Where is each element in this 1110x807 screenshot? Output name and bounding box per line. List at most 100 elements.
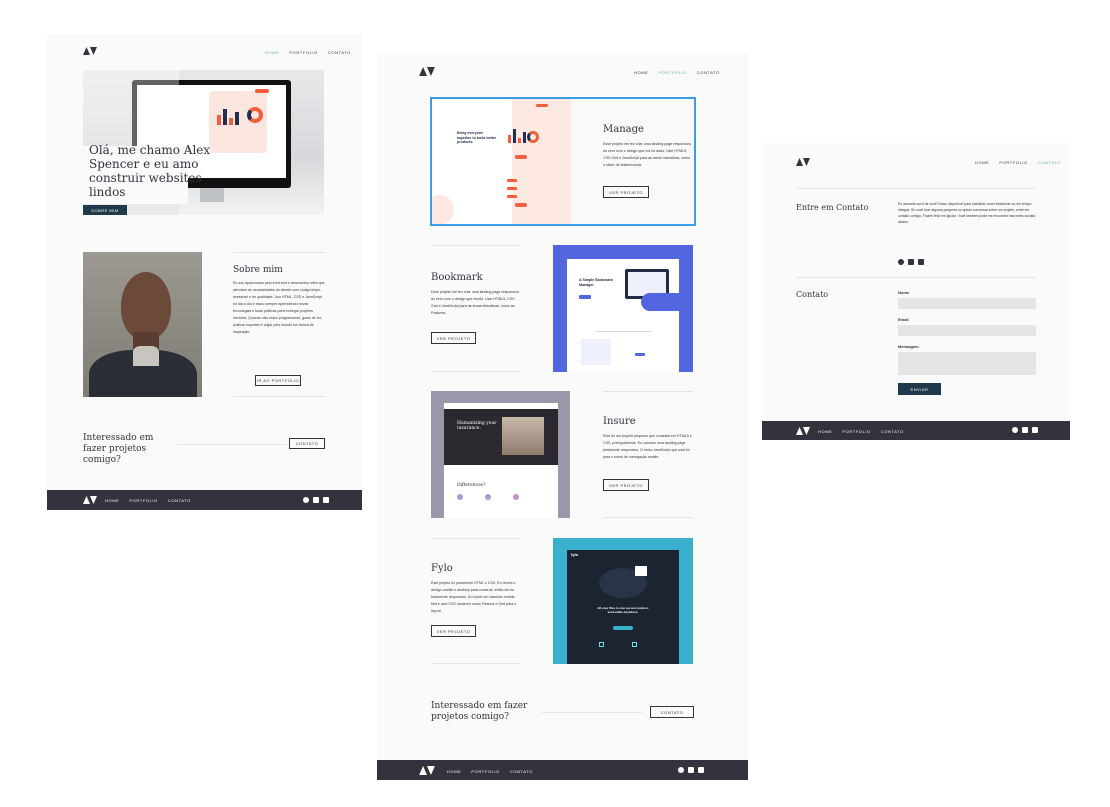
manage-screen-btn: [255, 89, 269, 93]
main-nav: Home Portfolio Contato: [975, 160, 1061, 165]
manage-bars: [217, 109, 241, 125]
footer-nav-portfolio[interactable]: Portfolio: [129, 498, 157, 503]
main-nav: Home Portfolio Contato: [634, 70, 720, 75]
linkedin-icon[interactable]: [1032, 427, 1038, 433]
manage-view-button[interactable]: Ver Projeto: [603, 186, 649, 198]
manage-screenshot[interactable]: Bring everyone together to build better …: [432, 99, 571, 224]
name-label: Nome: [898, 290, 910, 295]
home-cta-title: Interessado em fazer projetos comigo?: [83, 433, 154, 465]
insure-divider-top: [603, 391, 693, 392]
footer-logo[interactable]: [83, 496, 97, 504]
contact-title: Entre em Contato: [796, 203, 869, 212]
footer-nav-home[interactable]: Home: [818, 429, 832, 434]
nav-home[interactable]: Home: [265, 50, 279, 55]
insure-title: Insure: [603, 416, 636, 427]
fylo-title: Fylo: [431, 563, 453, 574]
main-nav: Home Portfolio Contato: [265, 50, 351, 55]
github-icon[interactable]: [678, 767, 684, 773]
github-icon[interactable]: [1012, 427, 1018, 433]
insure-shot-headline: Humanizing your insurance.: [457, 421, 497, 431]
insure-divider-bottom: [603, 517, 693, 518]
manage-shot-cta: [515, 155, 527, 159]
twitter-icon[interactable]: [688, 767, 694, 773]
bookmark-title: Bookmark: [431, 272, 483, 283]
logo[interactable]: [419, 67, 435, 76]
github-icon[interactable]: [898, 259, 904, 265]
contact-social: [898, 259, 924, 265]
contact-footer: Home Portfolio Contato: [762, 421, 1070, 440]
send-button[interactable]: Enviar: [898, 383, 941, 395]
twitter-icon[interactable]: [1022, 427, 1028, 433]
nav-home[interactable]: Home: [634, 70, 648, 75]
nav-contact[interactable]: Contato: [1038, 160, 1061, 165]
manage-title: Manage: [603, 124, 644, 135]
footer-nav-contact[interactable]: Contato: [168, 498, 191, 503]
footer-logo-icon: [419, 766, 435, 775]
footer-social: [303, 497, 329, 503]
footer-nav-portfolio[interactable]: Portfolio: [842, 429, 870, 434]
logo[interactable]: [83, 47, 97, 55]
home-contact-button[interactable]: Contato: [289, 438, 325, 449]
form-title: Contato: [796, 290, 829, 299]
manage-shot-donut: [527, 131, 539, 143]
bookmark-shot-blob: [641, 293, 693, 311]
name-input[interactable]: [898, 298, 1036, 309]
footer-nav-contact[interactable]: Contato: [510, 769, 533, 774]
contact-text: Eu adoraria ouvir de você! Estou disponí…: [898, 202, 1036, 224]
bookmark-shot-btn: [579, 295, 591, 299]
bookmark-view-button[interactable]: Ver Projeto: [431, 332, 476, 344]
portfolio-contact-button[interactable]: Contato: [650, 706, 694, 718]
nav-home[interactable]: Home: [975, 160, 989, 165]
fylo-shot-card: [635, 566, 647, 576]
insure-text: Este foi um projeto pequeno que consisti…: [603, 434, 692, 459]
fylo-view-button[interactable]: Ver Projeto: [431, 625, 476, 637]
fylo-shot-brand: fylo: [571, 552, 579, 557]
linkedin-icon[interactable]: [918, 259, 924, 265]
email-input[interactable]: [898, 325, 1036, 336]
logo-icon: [419, 67, 435, 76]
linkedin-icon[interactable]: [323, 497, 329, 503]
footer-nav-home[interactable]: Home: [447, 769, 461, 774]
bookmark-screenshot[interactable]: A Simple Bookmark Manager: [553, 245, 693, 372]
bookmark-divider-bottom: [431, 371, 521, 372]
logo[interactable]: [796, 158, 810, 166]
manage-shot-blob: [432, 195, 454, 224]
nav-portfolio[interactable]: Portfolio: [289, 50, 317, 55]
nav-contact[interactable]: Contato: [697, 70, 720, 75]
linkedin-icon[interactable]: [698, 767, 704, 773]
footer-nav: Home Portfolio Contato: [447, 769, 533, 774]
footer-nav-portfolio[interactable]: Portfolio: [471, 769, 499, 774]
portfolio-button[interactable]: Ir ao Portfólio: [255, 375, 301, 386]
footer-nav: Home Portfolio Contato: [105, 498, 191, 503]
fylo-screenshot[interactable]: fylo All your files in one secure locati…: [553, 538, 693, 664]
footer-nav-contact[interactable]: Contato: [881, 429, 904, 434]
portfolio-page: Home Portfolio Contato Bring everyone to…: [377, 53, 748, 780]
footer-nav-home[interactable]: Home: [105, 498, 119, 503]
twitter-icon[interactable]: [908, 259, 914, 265]
insure-screenshot[interactable]: Humanizing your insurance. Differences?: [431, 391, 570, 518]
nav-portfolio[interactable]: Portfolio: [999, 160, 1027, 165]
fylo-shot-btn: [613, 626, 633, 630]
bookmark-shot-panel: [581, 339, 611, 365]
contact-page: Home Portfolio Contato Entre em Contato …: [762, 143, 1070, 440]
home-cta-line: [177, 444, 287, 445]
insure-shot-icons: [457, 494, 519, 500]
about-text: Eu sou apaixonado pelo front-end e desen…: [233, 281, 325, 334]
github-icon[interactable]: [303, 497, 309, 503]
footer-logo-icon: [83, 496, 97, 504]
photo-head: [121, 272, 171, 340]
insure-view-button[interactable]: Ver Projeto: [603, 479, 649, 491]
footer-logo[interactable]: [796, 427, 810, 435]
twitter-icon[interactable]: [313, 497, 319, 503]
bookmark-shot-headline: A Simple Bookmark Manager: [579, 278, 613, 287]
message-input[interactable]: [898, 352, 1036, 375]
footer-logo-icon: [796, 427, 810, 435]
nav-portfolio[interactable]: Portfolio: [658, 70, 686, 75]
profile-photo: [83, 252, 202, 397]
nav-contact[interactable]: Contato: [328, 50, 351, 55]
hero-title: Olá, me chamo Alex Spencer e eu amo cons…: [89, 143, 211, 199]
email-label: Email: [898, 317, 909, 322]
about-me-button[interactable]: Sobre mim: [83, 205, 127, 215]
portfolio-cta-title: Interessado em fazer projetos comigo?: [431, 701, 528, 722]
footer-logo[interactable]: [419, 766, 435, 775]
